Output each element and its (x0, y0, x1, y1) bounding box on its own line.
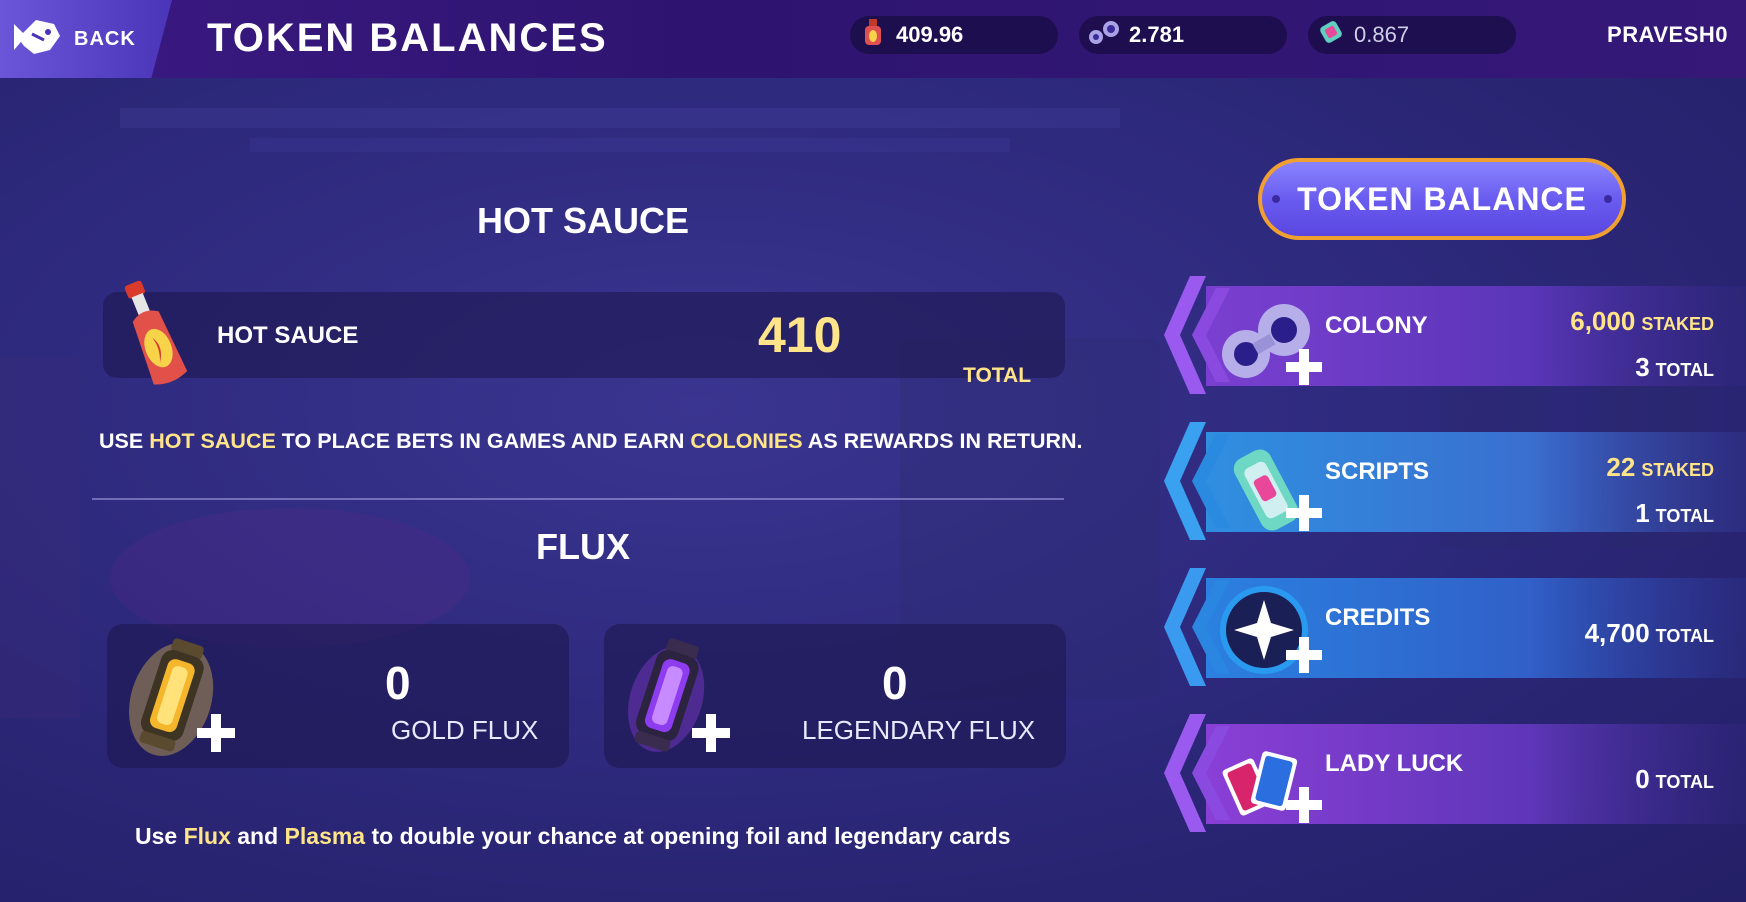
credits-total-value: 4,700 (1584, 618, 1650, 648)
token-card-credits[interactable]: CREDITS 4,700 TOTAL (1160, 568, 1746, 686)
credits-name: CREDITS (1325, 604, 1431, 631)
gold-flux-icon (113, 630, 239, 775)
desc-highlight-hot-sauce: HOT SAUCE (149, 429, 276, 453)
desc-highlight-colonies: COLONIES (690, 429, 803, 453)
desc-text: TO PLACE BETS IN GAMES AND EARN (275, 429, 691, 453)
colony-staked: 6,000 STAKED (1570, 306, 1714, 337)
colony-icon (1087, 17, 1121, 53)
scripts-staked-value: 22 (1606, 452, 1636, 482)
hot-sauce-bottle-icon (111, 274, 201, 397)
script-icon (1316, 17, 1346, 53)
hot-sauce-row: HOT SAUCE 410 TOTAL (103, 280, 1065, 387)
scripts-total-value: 1 (1635, 498, 1650, 528)
section-divider (92, 498, 1064, 500)
gold-flux-value: 0 (385, 657, 411, 709)
scripts-staked-label: STAKED (1641, 460, 1714, 480)
hot-sauce-amount: 410 (758, 307, 842, 363)
script-balance-pill[interactable]: 0.867 (1308, 16, 1516, 54)
colony-total-value: 3 (1635, 352, 1650, 382)
scripts-staked: 22 STAKED (1606, 452, 1714, 483)
colony-staked-value: 6,000 (1570, 306, 1636, 336)
lady-luck-total-label: TOTAL (1655, 772, 1714, 792)
script-balance: 0.867 (1354, 22, 1410, 47)
legendary-flux-label: LEGENDARY FLUX (802, 715, 1036, 745)
footer-highlight-plasma: Plasma (284, 823, 366, 849)
colony-total-label: TOTAL (1655, 360, 1714, 380)
footer-text: to double your chance at opening foil an… (365, 823, 1011, 849)
desc-text: AS REWARDS IN RETURN. (802, 429, 1083, 453)
legendary-flux-icon (608, 630, 734, 775)
footer-highlight-flux: Flux (183, 823, 231, 849)
token-balance-label: TOKEN BALANCE (1262, 162, 1622, 236)
colony-total: 3 TOTAL (1635, 352, 1714, 383)
footer-text: and (230, 823, 285, 849)
button-rivet (1604, 195, 1612, 203)
back-label: BACK (74, 27, 136, 50)
token-balance-button[interactable]: TOKEN BALANCE (1258, 158, 1626, 240)
desc-text: USE (99, 429, 150, 453)
lady-luck-cards-icon (1216, 732, 1326, 837)
credits-total-label: TOTAL (1655, 626, 1714, 646)
colony-balance-pill[interactable]: 2.781 (1079, 16, 1287, 54)
gold-flux-card[interactable]: 0 GOLD FLUX (107, 624, 569, 768)
back-button[interactable]: BACK (0, 0, 172, 78)
button-rivet (1272, 195, 1280, 203)
legendary-flux-card[interactable]: 0 LEGENDARY FLUX (604, 624, 1066, 768)
hot-sauce-balance-pill[interactable]: 409.96 (850, 16, 1058, 54)
fish-back-icon (14, 14, 64, 65)
scripts-total: 1 TOTAL (1635, 498, 1714, 529)
flux-heading: FLUX (536, 526, 630, 567)
colony-name: COLONY (1325, 312, 1428, 339)
hot-sauce-balance: 409.96 (896, 22, 964, 47)
colony-icon (1216, 294, 1326, 399)
hot-sauce-icon (858, 17, 888, 53)
token-card-lady-luck[interactable]: LADY LUCK 0 TOTAL (1160, 714, 1746, 832)
scripts-total-label: TOTAL (1655, 506, 1714, 526)
gold-flux-label: GOLD FLUX (391, 715, 539, 745)
token-card-colony[interactable]: COLONY 6,000 STAKED 3 TOTAL (1160, 276, 1746, 394)
colony-staked-label: STAKED (1641, 314, 1714, 334)
token-card-scripts[interactable]: SCRIPTS 22 STAKED 1 TOTAL (1160, 422, 1746, 540)
page-title: TOKEN BALANCES (207, 16, 608, 60)
top-bar: BACK TOKEN BALANCES 409.96 2.781 0.867 P… (0, 0, 1746, 78)
footer-text: Use (135, 823, 184, 849)
username[interactable]: PRAVESH0 (1607, 22, 1728, 48)
hot-sauce-description: USE HOT SAUCE TO PLACE BETS IN GAMES AND… (99, 429, 1083, 454)
scripts-name: SCRIPTS (1325, 458, 1430, 485)
hot-sauce-total-label: TOTAL (963, 364, 1032, 387)
credits-star-icon (1216, 582, 1326, 691)
lady-luck-total-value: 0 (1635, 764, 1650, 794)
colony-balance: 2.781 (1129, 22, 1185, 47)
lady-luck-name: LADY LUCK (1325, 750, 1464, 777)
legendary-flux-value: 0 (882, 657, 908, 709)
scripts-icon (1216, 440, 1326, 545)
hot-sauce-name: HOT SAUCE (217, 322, 359, 349)
credits-total: 4,700 TOTAL (1585, 618, 1714, 649)
hot-sauce-heading: HOT SAUCE (476, 200, 689, 241)
flux-footer-note: Use Flux and Plasma to double your chanc… (135, 823, 1011, 850)
lady-luck-total: 0 TOTAL (1635, 764, 1714, 795)
